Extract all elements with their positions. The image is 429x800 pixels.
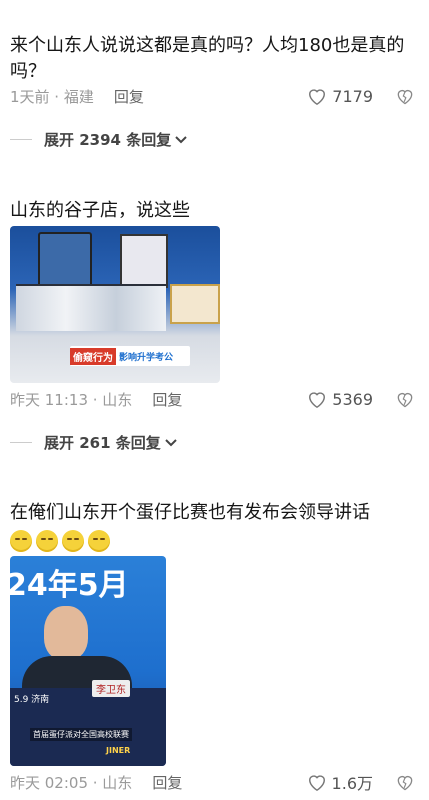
chevron-down-icon <box>175 135 187 143</box>
reply-button[interactable]: 回复 <box>152 389 182 410</box>
broken-heart-icon <box>397 392 413 408</box>
like-button[interactable]: 7179 <box>306 86 373 106</box>
comment-meta: 昨天 11:13 · 山东 回复 5369 <box>10 387 419 411</box>
comment-text: 来个山东人说说这都是真的吗？人均180也是真的吗？ <box>10 35 405 82</box>
expand-replies-button[interactable]: 展开 261 条回复 <box>10 432 178 453</box>
comment-text-content: 在俺们山东开个蛋仔比赛也有发布会领导讲话 <box>10 502 370 523</box>
heart-icon <box>308 775 325 792</box>
emoji-row <box>10 528 410 554</box>
dizzy-face-emoji-icon <box>88 530 110 552</box>
location-tag-text: 5.9 济南 <box>14 695 50 705</box>
caption-text: 首届蛋仔派对全国高校联赛 <box>30 728 132 741</box>
dizzy-face-emoji-icon <box>62 530 84 552</box>
reply-button[interactable]: 回复 <box>114 86 144 107</box>
expand-replies-button[interactable]: 展开 2394 条回复 <box>10 129 188 150</box>
dizzy-face-emoji-icon <box>10 530 32 552</box>
comment-image-goods-store[interactable]: 偷窥行为 影响升学考公 <box>10 226 220 383</box>
broken-heart-icon <box>397 775 413 791</box>
dislike-button[interactable] <box>395 772 415 796</box>
like-count: 5369 <box>332 389 373 409</box>
comment-time-location: 1天前 · 福建 <box>10 87 94 106</box>
like-button[interactable]: 5369 <box>306 389 373 409</box>
broken-heart-icon <box>397 89 413 105</box>
heart-icon <box>309 89 326 106</box>
like-count: 1.6万 <box>331 774 373 793</box>
comment-time-location: 昨天 02:05 · 山东 <box>10 773 133 792</box>
comment-meta: 昨天 02:05 · 山东 回复 1.6万 <box>10 770 419 794</box>
dislike-button[interactable] <box>395 389 415 413</box>
comment-text: 山东的谷子店，说这些 <box>10 200 190 221</box>
sign-text-red: 偷窥行为 <box>70 347 116 365</box>
chevron-down-icon <box>165 438 177 446</box>
expand-replies-label: 展开 261 条回复 <box>44 434 161 452</box>
comment-text: 在俺们山东开个蛋仔比赛也有发布会领导讲话 <box>10 500 410 554</box>
comment-image-press-conference[interactable]: 24年5月 李卫东 5.9 济南 首届蛋仔派对全国高校联赛 JINER <box>10 556 166 766</box>
reply-button[interactable]: 回复 <box>152 772 182 793</box>
dizzy-face-emoji-icon <box>36 530 58 552</box>
sponsor-logo-text: JINER <box>106 746 131 755</box>
comment-time-location: 昨天 11:13 · 山东 <box>10 390 133 409</box>
sign-text-blue: 影响升学考公 <box>119 352 174 363</box>
divider-line <box>10 442 32 443</box>
like-button[interactable]: 1.6万 <box>306 770 373 794</box>
divider-line <box>10 139 32 140</box>
comment-meta: 1天前 · 福建 回复 7179 <box>10 84 419 108</box>
image-banner-text: 24年5月 <box>10 568 129 603</box>
like-count: 7179 <box>332 86 373 106</box>
nameplate-text: 李卫东 <box>92 680 130 697</box>
heart-icon <box>309 392 326 409</box>
dislike-button[interactable] <box>395 86 415 110</box>
expand-replies-label: 展开 2394 条回复 <box>44 131 172 149</box>
